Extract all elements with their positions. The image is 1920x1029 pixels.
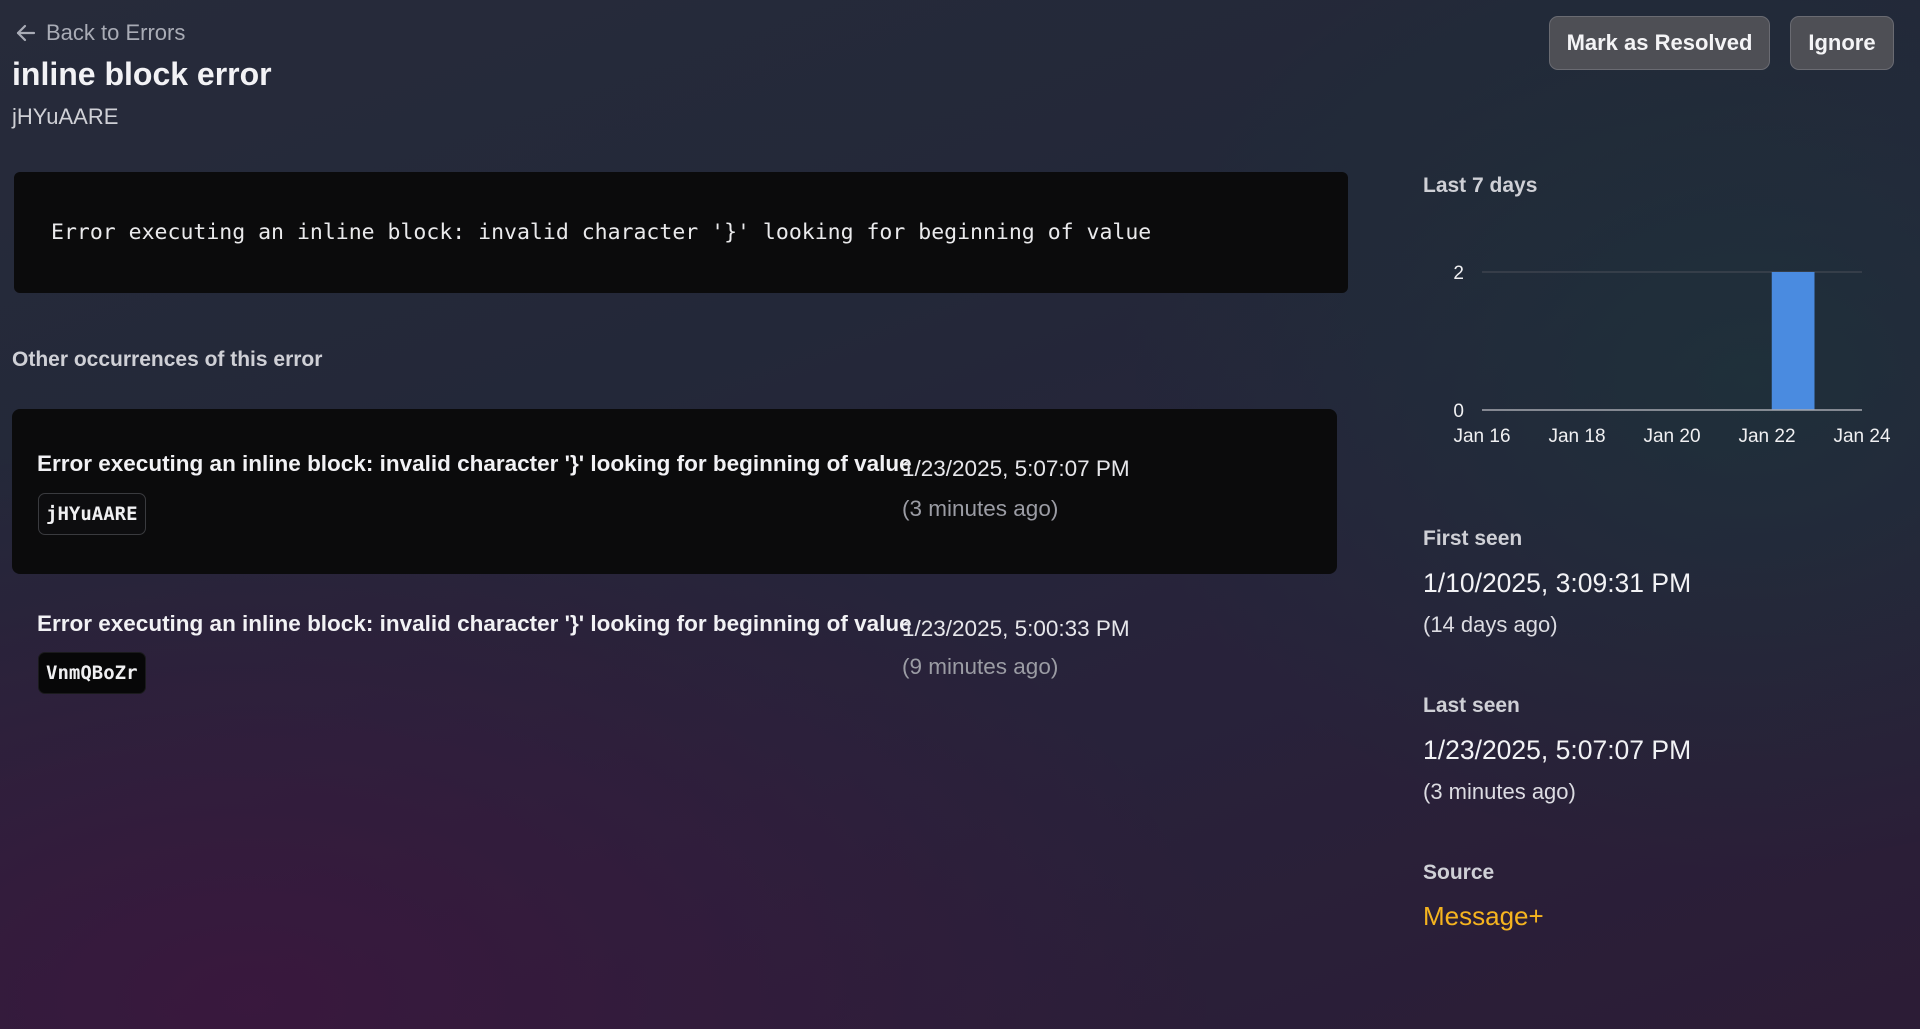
chart-y-tick-label: 0 (1453, 401, 1464, 422)
first-seen-relative-time: (14 days ago) (1423, 612, 1558, 637)
source-link[interactable]: Message+ (1423, 901, 1544, 932)
occurrence-id-badge: jHYuAARE (38, 493, 146, 535)
ignore-button[interactable]: Ignore (1790, 16, 1894, 70)
occurrence-id-badge: VnmQBoZr (38, 652, 146, 694)
back-to-errors-link[interactable]: Back to Errors (14, 20, 185, 46)
chart-x-tick-label: Jan 24 (1833, 426, 1890, 447)
chart-x-tick-label: Jan 18 (1548, 426, 1605, 447)
back-link-label: Back to Errors (46, 20, 186, 45)
occurrence-date: 1/23/2025, 5:00:33 PM (902, 616, 1130, 641)
occurrence-message: Error executing an inline block: invalid… (37, 451, 912, 476)
source-label: Source (1423, 861, 1495, 884)
chart-x-tick-label: Jan 22 (1738, 426, 1795, 447)
chart-bar (1771, 272, 1815, 410)
mark-as-resolved-button[interactable]: Mark as Resolved (1549, 16, 1770, 70)
last-seen-relative-time: (3 minutes ago) (1423, 779, 1576, 804)
chart-x-tick-label: Jan 16 (1453, 426, 1510, 447)
last-seen-label: Last seen (1423, 694, 1520, 717)
chart-y-tick-label: 2 (1453, 263, 1464, 284)
error-message: Error executing an inline block: invalid… (51, 220, 1152, 245)
occurrences-bar-chart: 0 2 Jan 16 Jan 18 Jan 20 Jan 22 Jan 24 (1453, 263, 1891, 447)
first-seen-date: 1/10/2025, 3:09:31 PM (1423, 568, 1692, 598)
occurrence-message: Error executing an inline block: invalid… (37, 611, 912, 636)
last-seen-date: 1/23/2025, 5:07:07 PM (1423, 735, 1692, 765)
occurrence-date: 1/23/2025, 5:07:07 PM (902, 456, 1130, 481)
occurrences-section-title: Other occurrences of this error (12, 348, 323, 371)
occurrence-item[interactable]: Error executing an inline block: invalid… (12, 409, 1337, 574)
error-message-block: Error executing an inline block: invalid… (14, 172, 1348, 293)
occurrence-relative-time: (9 minutes ago) (902, 654, 1059, 679)
first-seen-label: First seen (1423, 527, 1523, 550)
chart-title: Last 7 days (1423, 174, 1538, 197)
arrow-left-icon (16, 24, 36, 42)
chart-x-tick-label: Jan 20 (1643, 426, 1700, 447)
error-id: jHYuAARE (12, 104, 119, 129)
occurrence-relative-time: (3 minutes ago) (902, 496, 1059, 521)
page-title: inline block error (12, 56, 272, 92)
occurrence-item[interactable]: Error executing an inline block: invalid… (12, 590, 1337, 710)
